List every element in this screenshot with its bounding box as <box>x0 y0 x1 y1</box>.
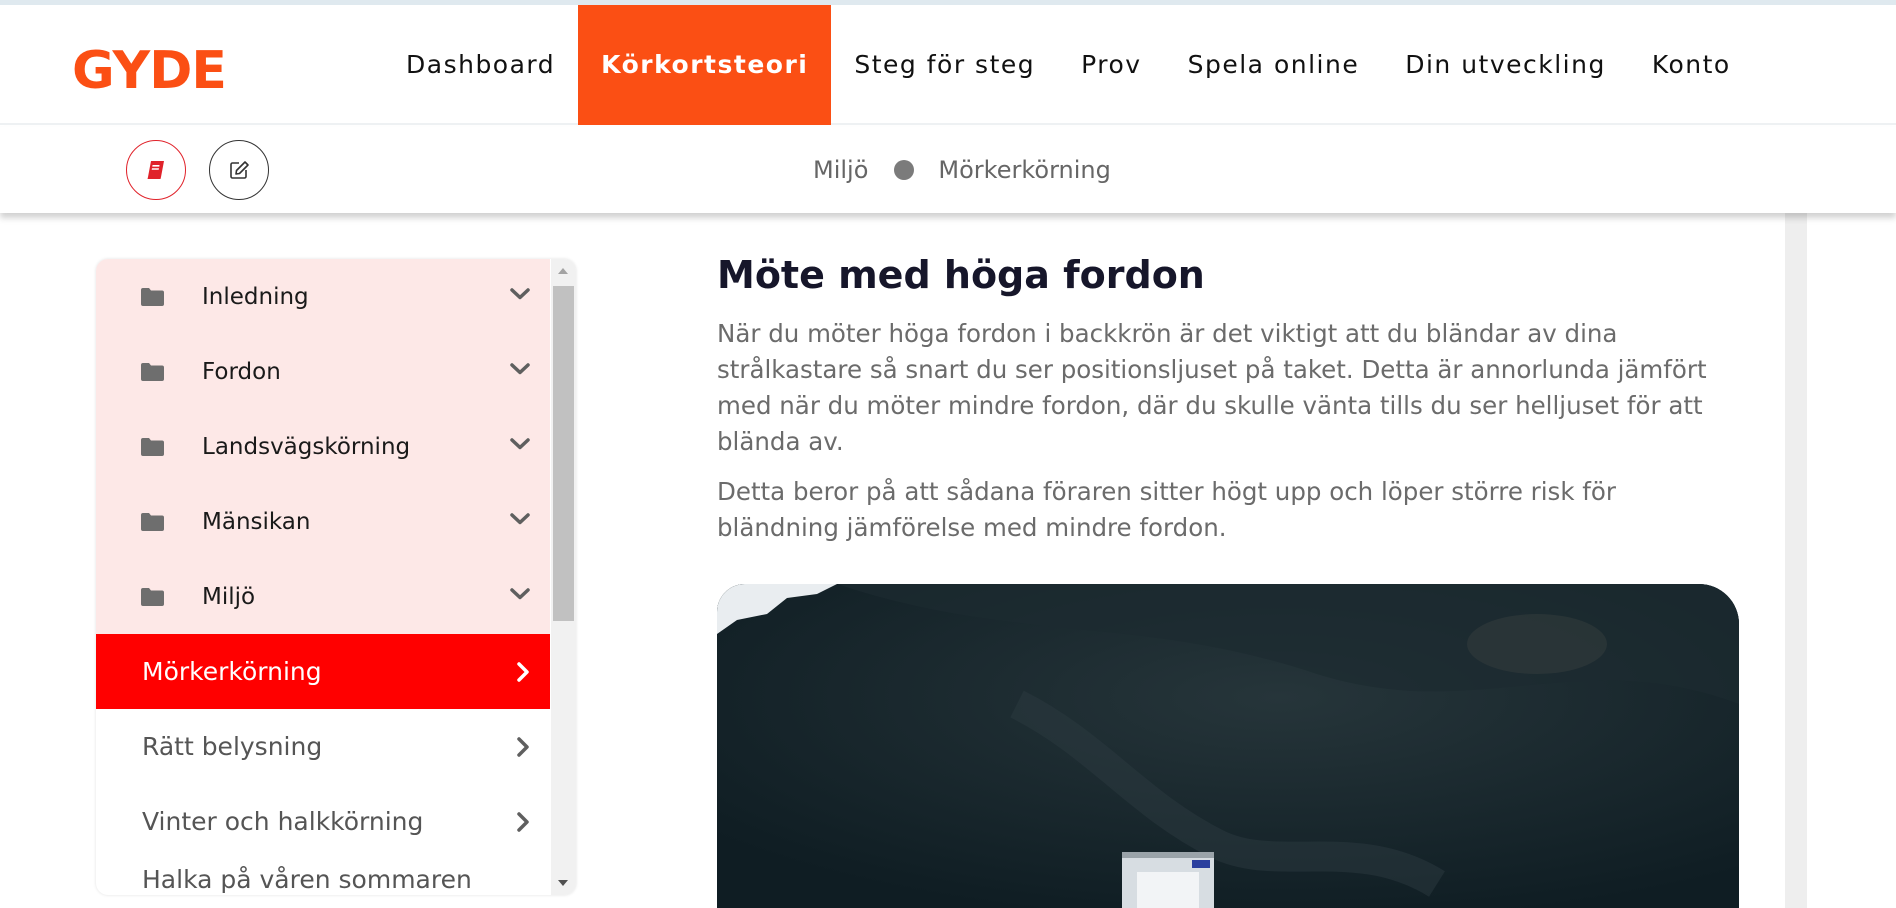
sidebar-category-mansikan[interactable]: Mänsikan <box>96 484 550 559</box>
folder-icon <box>141 438 164 456</box>
sidebar-lesson-label: Vinter och halkkörning <box>142 807 424 836</box>
sidebar-category-inledning[interactable]: Inledning <box>96 259 550 334</box>
theory-book-button[interactable] <box>126 140 186 200</box>
nav-item-dashboard[interactable]: Dashboard <box>383 5 578 125</box>
folder-icon <box>141 588 164 606</box>
scroll-up-arrow-icon[interactable] <box>558 268 568 274</box>
chevron-down-icon[interactable] <box>510 287 530 301</box>
breadcrumb-parent[interactable]: Miljö <box>813 156 868 184</box>
nav-item-konto[interactable]: Konto <box>1629 5 1754 125</box>
nav-item-prov[interactable]: Prov <box>1058 5 1164 125</box>
sidebar-lesson-label: Halka på våren sommaren <box>142 865 472 894</box>
book-icon <box>147 161 164 179</box>
sidebar-category-landsvagskorning[interactable]: Landsvägskörning <box>96 409 550 484</box>
sidebar-category-label: Mänsikan <box>202 508 311 535</box>
sidebar-lesson-label: Mörkerkörning <box>142 657 322 686</box>
scroll-down-arrow-icon[interactable] <box>558 880 568 886</box>
breadcrumb-separator-dot <box>894 160 915 180</box>
sidebar-list: Inledning Fordon Landsvägskörning Mänsik… <box>96 259 550 895</box>
article-paragraph: När du möter höga fordon i backkrön är d… <box>717 319 1707 456</box>
sidebar-lesson-vinter-och-halkkorning[interactable]: Vinter och halkkörning <box>96 784 550 859</box>
lesson-content: Möte med höga fordon När du möter höga f… <box>717 250 1739 546</box>
nav-item-korkortsteori[interactable]: Körkortsteori <box>578 5 832 125</box>
main-navigation: GYDE Dashboard Körkortsteori Steg för st… <box>0 5 1896 125</box>
gyde-logo[interactable]: GYDE <box>72 41 227 101</box>
scrollbar-thumb[interactable] <box>553 286 574 621</box>
lesson-toolbar: Miljö Mörkerkörning <box>0 127 1896 213</box>
folder-icon <box>141 288 164 306</box>
edit-icon <box>230 161 249 179</box>
sidebar-category-fordon[interactable]: Fordon <box>96 334 550 409</box>
right-scroll-gutter <box>1785 213 1807 908</box>
chevron-right-icon <box>517 737 529 757</box>
breadcrumb-current: Mörkerkörning <box>938 156 1111 184</box>
sidebar-category-label: Miljö <box>202 583 256 610</box>
nav-item-steg-for-steg[interactable]: Steg för steg <box>831 5 1058 125</box>
sidebar-lesson-morkerkorning[interactable]: Mörkerkörning <box>96 634 550 709</box>
folder-icon <box>141 513 164 531</box>
folder-icon <box>141 363 164 381</box>
lesson-sidebar: Inledning Fordon Landsvägskörning Mänsik… <box>96 259 576 895</box>
article-photo-truck-on-road <box>717 584 1739 908</box>
aerial-road-illustration <box>717 584 1739 908</box>
nav-menu: Dashboard Körkortsteori Steg för steg Pr… <box>383 5 1754 125</box>
sidebar-category-label: Fordon <box>202 358 281 385</box>
nav-item-spela-online[interactable]: Spela online <box>1165 5 1383 125</box>
chevron-right-icon <box>517 662 529 682</box>
article-paragraph: Detta beror på att sådana föraren sitter… <box>717 477 1616 542</box>
nav-item-din-utveckling[interactable]: Din utveckling <box>1382 5 1629 125</box>
chevron-down-icon[interactable] <box>510 587 530 601</box>
chevron-down-icon[interactable] <box>510 512 530 526</box>
chevron-right-icon <box>517 812 529 832</box>
sidebar-scrollbar[interactable] <box>551 259 576 895</box>
sidebar-category-miljo[interactable]: Miljö <box>96 559 550 634</box>
sidebar-lesson-ratt-belysning[interactable]: Rätt belysning <box>96 709 550 784</box>
chevron-down-icon[interactable] <box>510 362 530 376</box>
notes-edit-button[interactable] <box>209 140 269 200</box>
sidebar-category-label: Inledning <box>202 283 309 310</box>
sidebar-category-label: Landsvägskörning <box>202 433 411 460</box>
chevron-down-icon[interactable] <box>510 437 530 451</box>
sidebar-lesson-label: Rätt belysning <box>142 732 323 761</box>
sidebar-lesson-halka-pa-varen[interactable]: Halka på våren sommaren <box>96 859 550 895</box>
article-title: Möte med höga fordon <box>717 253 1205 297</box>
breadcrumb: Miljö Mörkerkörning <box>813 127 1111 213</box>
